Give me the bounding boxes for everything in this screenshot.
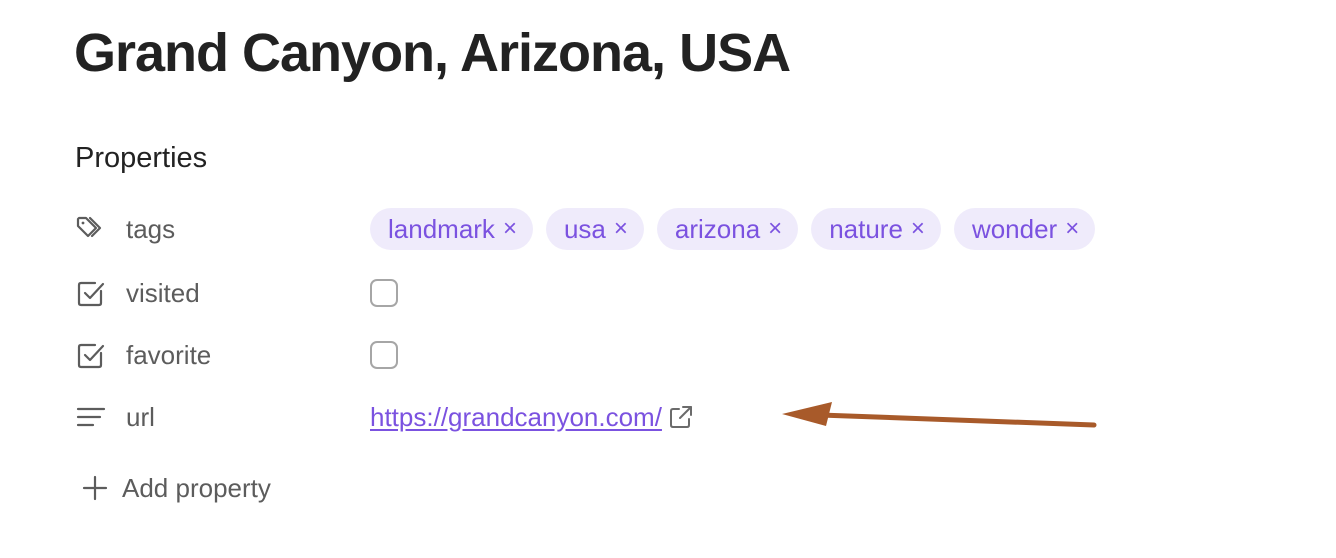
text-lines-icon <box>74 400 108 434</box>
property-row-visited: visited <box>74 270 398 316</box>
tag-list: landmark × usa × arizona × nature × wond… <box>370 208 1096 250</box>
tag-pill[interactable]: landmark × <box>370 208 533 250</box>
checkbox-icon <box>74 338 108 372</box>
add-property-label: Add property <box>122 472 271 503</box>
checkbox-icon <box>74 276 108 310</box>
visited-checkbox[interactable] <box>370 279 398 307</box>
tag-label: arizona <box>674 213 761 244</box>
tag-pill[interactable]: wonder × <box>953 208 1096 250</box>
tag-label: usa <box>563 213 606 244</box>
page-title: Grand Canyon, Arizona, USA <box>74 23 791 83</box>
tag-remove-icon[interactable]: × <box>768 217 782 241</box>
property-name-url: url <box>126 401 155 432</box>
property-name-tags: tags <box>126 213 176 244</box>
tag-label: nature <box>829 213 903 244</box>
external-link-icon[interactable] <box>668 404 694 430</box>
tag-remove-icon[interactable]: × <box>503 217 517 241</box>
favorite-checkbox[interactable] <box>370 341 398 369</box>
property-key-url[interactable]: url <box>74 400 370 434</box>
add-property-button[interactable]: Add property <box>82 466 271 510</box>
property-row-url: url https://grandcanyon.com/ <box>74 394 694 440</box>
property-name-visited: visited <box>126 277 200 308</box>
tag-pill[interactable]: nature × <box>811 208 941 250</box>
tag-remove-icon[interactable]: × <box>614 217 628 241</box>
plus-icon <box>82 475 108 501</box>
property-name-favorite: favorite <box>126 339 212 370</box>
tag-pill[interactable]: usa × <box>545 208 644 250</box>
tag-remove-icon[interactable]: × <box>911 217 925 241</box>
property-key-tags[interactable]: tags <box>74 212 370 246</box>
property-key-visited[interactable]: visited <box>74 276 370 310</box>
tag-label: landmark <box>388 213 495 244</box>
property-key-favorite[interactable]: favorite <box>74 338 370 372</box>
tag-remove-icon[interactable]: × <box>1065 217 1079 241</box>
tag-label: wonder <box>971 213 1058 244</box>
tags-icon <box>74 212 108 246</box>
property-row-favorite: favorite <box>74 332 398 378</box>
properties-heading: Properties <box>75 142 208 174</box>
property-row-tags: tags landmark × usa × arizona × nature ×… <box>74 206 1096 252</box>
tag-pill[interactable]: arizona × <box>656 208 799 250</box>
url-link[interactable]: https://grandcanyon.com/ <box>370 402 662 433</box>
